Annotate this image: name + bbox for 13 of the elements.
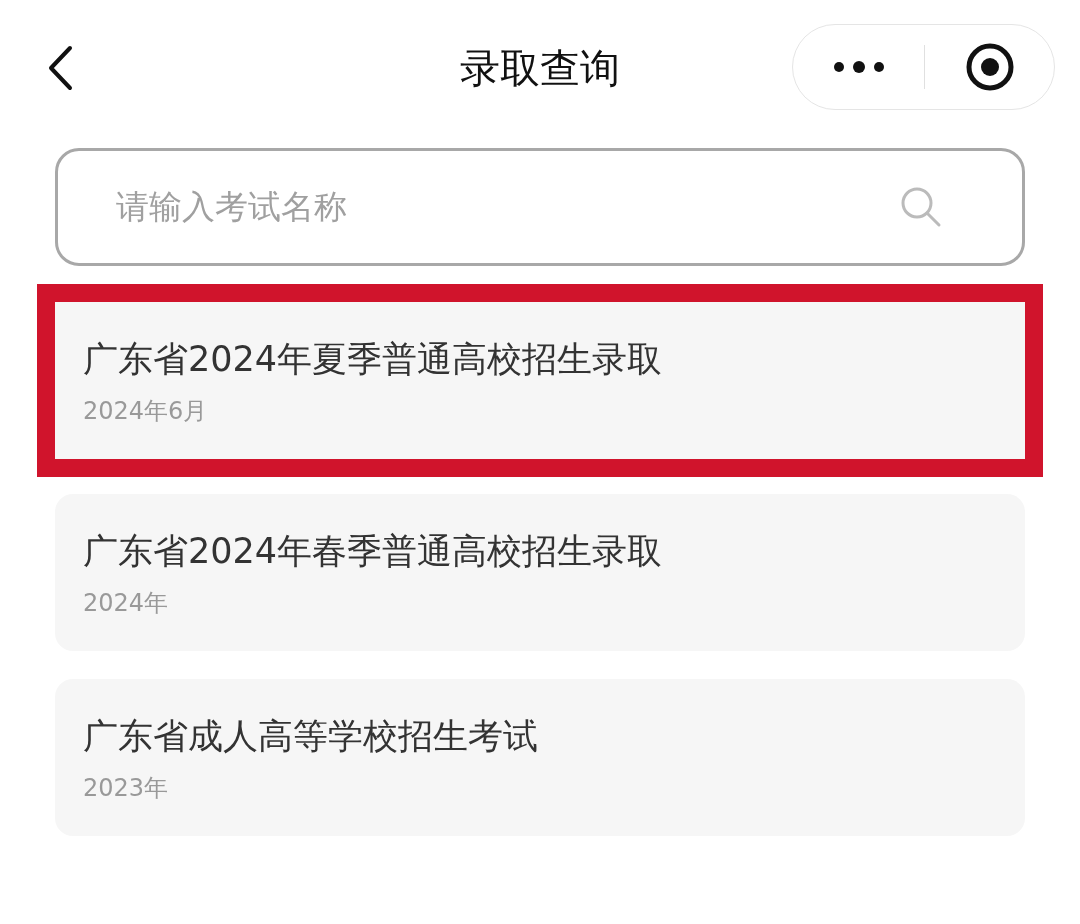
exam-card[interactable]: 广东省成人高等学校招生考试 2023年: [55, 679, 1025, 836]
exam-date: 2024年: [83, 591, 170, 615]
exam-card[interactable]: 广东省2024年夏季普通高校招生录取 2024年6月: [55, 302, 1025, 459]
page-title: 录取查询: [460, 47, 620, 88]
search-icon: [900, 186, 942, 228]
exam-title: 广东省2024年夏季普通高校招生录取: [83, 342, 664, 377]
exam-date: 2024年6月: [83, 399, 209, 423]
exam-title: 广东省成人高等学校招生考试: [83, 719, 539, 754]
exam-card[interactable]: 广东省2024年春季普通高校招生录取 2024年: [55, 494, 1025, 651]
search-bar[interactable]: 请输入考试名称: [55, 148, 1025, 266]
exam-date: 2023年: [83, 776, 170, 800]
exam-title: 广东省2024年春季普通高校招生录取: [83, 534, 664, 569]
search-field[interactable]: 请输入考试名称: [116, 182, 900, 232]
